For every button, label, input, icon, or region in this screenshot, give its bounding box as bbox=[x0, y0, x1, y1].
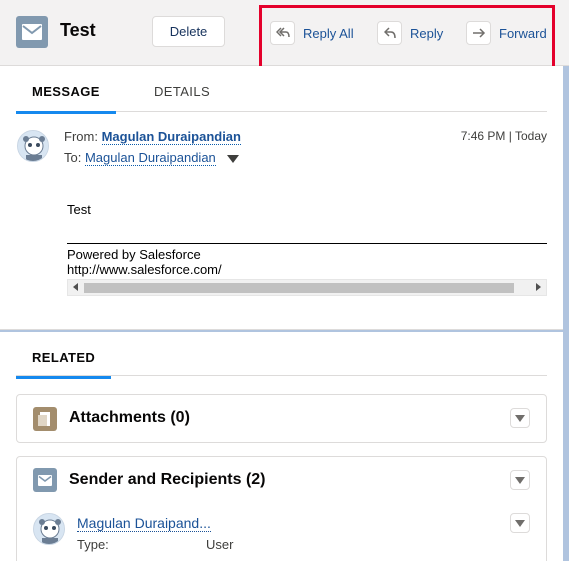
message-tabs: MESSAGE DETAILS bbox=[16, 66, 547, 114]
from-prefix: From: bbox=[64, 129, 98, 144]
attachment-icon bbox=[33, 407, 57, 431]
powered-by-text: Powered by Salesforce bbox=[67, 247, 201, 262]
recipients-dropdown-icon[interactable] bbox=[227, 151, 240, 166]
attachments-title: Attachments (0) bbox=[69, 409, 190, 426]
powered-by-url: http://www.salesforce.com/ bbox=[67, 262, 222, 277]
to-link[interactable]: Magulan Duraipandian bbox=[84, 150, 216, 166]
message-body: Test bbox=[67, 202, 91, 217]
sender-avatar bbox=[17, 130, 49, 162]
recipient-type-label: Type: bbox=[77, 537, 109, 552]
sender-recipients-card: Sender and Recipients (2) Magulan Duraip… bbox=[16, 456, 547, 561]
chevron-down-icon bbox=[515, 414, 525, 422]
tab-details[interactable]: DETAILS bbox=[154, 84, 210, 99]
delete-button[interactable]: Delete bbox=[152, 16, 225, 47]
from-link[interactable]: Magulan Duraipandian bbox=[101, 129, 241, 145]
reply-all-label[interactable]: Reply All bbox=[303, 26, 354, 41]
reply-action[interactable]: Reply bbox=[377, 20, 443, 46]
recipient-name-link[interactable]: Magulan Duraipand... bbox=[77, 515, 211, 532]
forward-action[interactable]: Forward bbox=[466, 20, 547, 46]
horizontal-scrollbar[interactable] bbox=[67, 279, 547, 296]
page-background-edge bbox=[563, 0, 569, 561]
recipient-menu-button[interactable] bbox=[510, 513, 530, 533]
recipients-menu-button[interactable] bbox=[510, 470, 530, 490]
recipient-avatar bbox=[33, 513, 65, 545]
reply-icon[interactable] bbox=[377, 21, 402, 45]
powered-by: Powered by Salesforce http://www.salesfo… bbox=[67, 247, 222, 277]
to-prefix: To: bbox=[64, 150, 82, 165]
email-icon bbox=[33, 468, 57, 492]
attachments-menu-button[interactable] bbox=[510, 408, 530, 428]
tab-related[interactable]: RELATED bbox=[16, 350, 112, 379]
from-line: From: Magulan Duraipandian bbox=[64, 129, 241, 145]
reply-all-action[interactable]: Reply All bbox=[270, 20, 354, 46]
recipient-type-value: User bbox=[206, 537, 234, 552]
scroll-thumb[interactable] bbox=[84, 283, 514, 293]
reply-all-icon[interactable] bbox=[270, 21, 295, 45]
chevron-down-icon bbox=[515, 519, 525, 527]
to-line: To: Magulan Duraipandian bbox=[64, 150, 240, 166]
body-divider bbox=[67, 243, 547, 244]
email-icon bbox=[16, 16, 48, 48]
chevron-down-icon bbox=[515, 476, 525, 484]
forward-icon[interactable] bbox=[466, 21, 491, 45]
email-header: Test Delete Reply All Reply Forward bbox=[0, 0, 569, 66]
email-title: Test bbox=[60, 20, 96, 40]
related-tabs: RELATED bbox=[16, 332, 547, 379]
recipients-title: Sender and Recipients (2) bbox=[69, 471, 266, 488]
scroll-left-icon[interactable] bbox=[73, 283, 78, 291]
tab-message[interactable]: MESSAGE bbox=[16, 84, 116, 114]
reply-label[interactable]: Reply bbox=[410, 26, 443, 41]
attachments-card: Attachments (0) bbox=[16, 394, 547, 443]
forward-label[interactable]: Forward bbox=[499, 26, 547, 41]
scroll-right-icon[interactable] bbox=[536, 283, 541, 291]
message-card: MESSAGE DETAILS From: Magulan Duraipandi… bbox=[0, 66, 563, 330]
related-card: RELATED Attachments (0) Sender and Recip… bbox=[0, 332, 563, 561]
message-time: 7:46 PM | Today bbox=[460, 129, 547, 143]
